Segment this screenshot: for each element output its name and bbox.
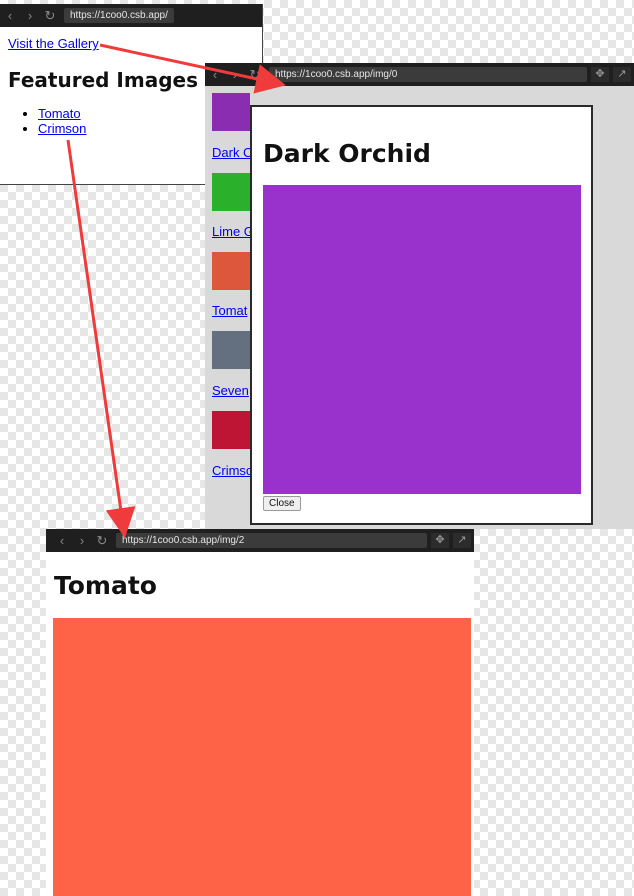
open-external-icon[interactable]: ↗: [453, 533, 471, 548]
list-item: Crimson: [38, 121, 86, 136]
forward-icon[interactable]: ›: [20, 4, 40, 27]
address-bar[interactable]: https://1coo0.csb.app/img/2: [116, 533, 427, 548]
gallery-link[interactable]: Crimso: [212, 463, 253, 478]
detail-browser-bar: ‹ › ↻ https://1coo0.csb.app/img/2 ✥ ↗: [46, 529, 474, 552]
open-external-icon[interactable]: ↗: [613, 67, 631, 82]
home-browser-bar: ‹ › ↻ https://1coo0.csb.app/: [0, 4, 262, 27]
gallery-link[interactable]: Dark C: [212, 145, 252, 160]
detail-image: [53, 618, 471, 896]
detail-heading: Tomato: [54, 571, 157, 600]
address-bar[interactable]: https://1coo0.csb.app/: [64, 8, 174, 23]
reload-icon[interactable]: ↻: [245, 63, 265, 86]
list-item: Tomato: [38, 106, 86, 121]
forward-icon[interactable]: ›: [72, 529, 92, 552]
move-icon[interactable]: ✥: [591, 67, 609, 82]
featured-images-heading: Featured Images: [8, 68, 198, 92]
back-icon[interactable]: ‹: [52, 529, 72, 552]
crimson-link[interactable]: Crimson: [38, 121, 86, 136]
featured-list: Tomato Crimson: [8, 106, 86, 136]
reload-icon[interactable]: ↻: [92, 529, 112, 552]
gallery-link[interactable]: Tomat: [212, 303, 247, 318]
modal-title: Dark Orchid: [263, 139, 431, 168]
move-icon[interactable]: ✥: [431, 533, 449, 548]
arrow-tomato-to-detail: [66, 139, 136, 538]
forward-icon[interactable]: ›: [225, 63, 245, 86]
visit-gallery-link[interactable]: Visit the Gallery: [8, 36, 99, 51]
thumbnail-dark-orchid[interactable]: [212, 93, 250, 131]
gallery-link[interactable]: Seven: [212, 383, 249, 398]
gallery-browser-bar: ‹ › ↻ https://1coo0.csb.app/img/0 ✥ ↗: [205, 63, 634, 86]
image-modal: Dark Orchid Close: [250, 105, 593, 525]
detail-window: ‹ › ↻ https://1coo0.csb.app/img/2 ✥ ↗ To…: [46, 529, 474, 896]
address-bar[interactable]: https://1coo0.csb.app/img/0: [269, 67, 587, 82]
back-icon[interactable]: ‹: [205, 63, 225, 86]
thumbnail-slate-gray[interactable]: [212, 331, 250, 369]
close-button[interactable]: Close: [263, 496, 301, 511]
thumbnail-crimson[interactable]: [212, 411, 250, 449]
back-icon[interactable]: ‹: [0, 4, 20, 27]
tomato-link[interactable]: Tomato: [38, 106, 81, 121]
reload-icon[interactable]: ↻: [40, 4, 60, 27]
gallery-link[interactable]: Lime G: [212, 224, 254, 239]
thumbnail-tomato[interactable]: [212, 252, 250, 290]
modal-image: [263, 185, 581, 494]
gallery-window: ‹ › ↻ https://1coo0.csb.app/img/0 ✥ ↗ Da…: [205, 63, 634, 529]
thumbnail-lime-green[interactable]: [212, 173, 250, 211]
